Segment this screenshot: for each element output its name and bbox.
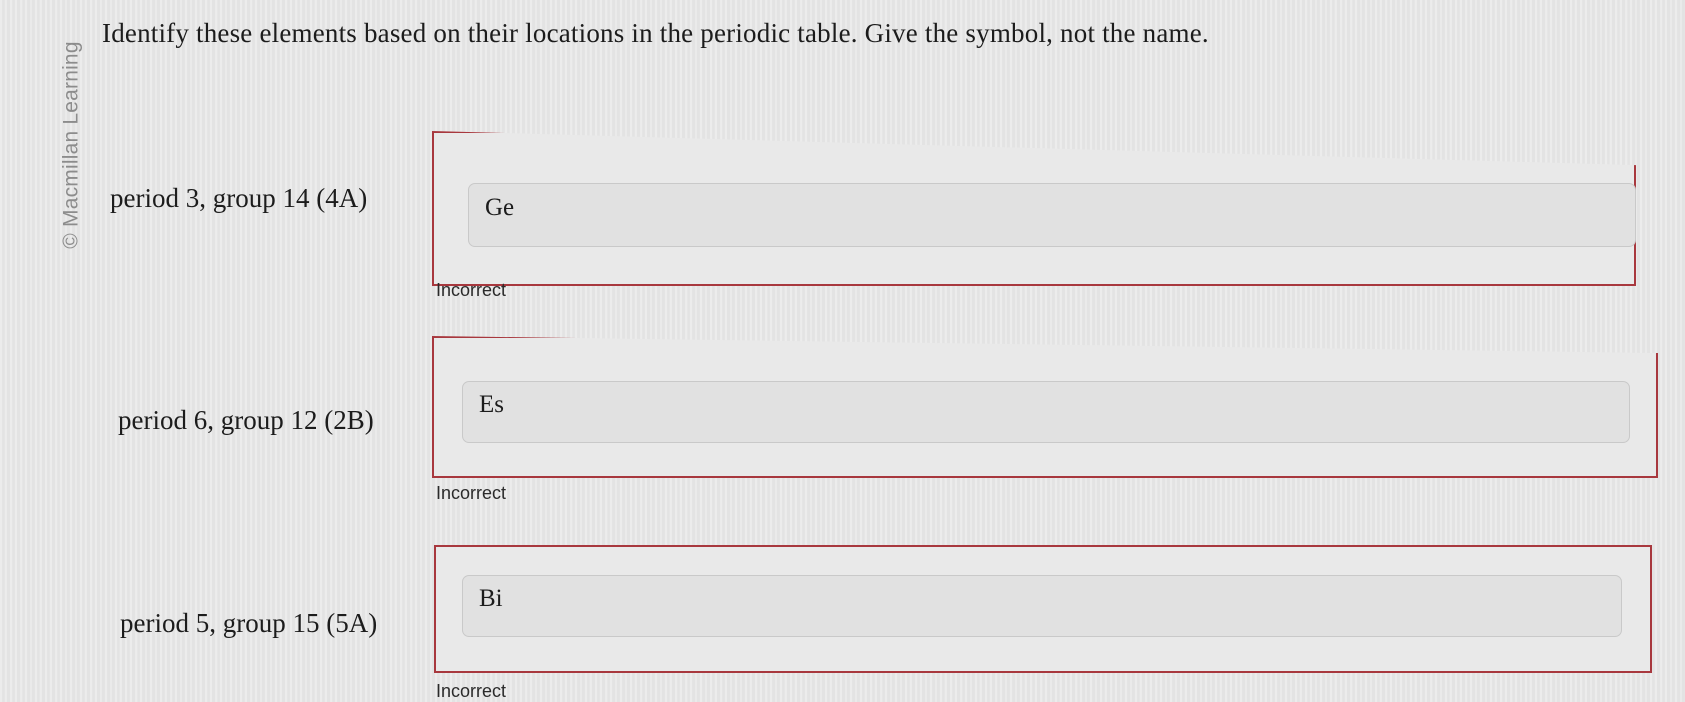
watermark-text: © Macmillan Learning xyxy=(60,41,83,249)
copyright-watermark: © Macmillan Learning xyxy=(56,20,88,270)
answer-input[interactable]: Bi xyxy=(462,575,1622,637)
question-label: period 3, group 14 (4A) xyxy=(110,183,368,213)
answer-input[interactable]: Ge xyxy=(468,183,1636,247)
feedback-incorrect: Incorrect xyxy=(436,280,507,300)
feedback-incorrect: Incorrect xyxy=(436,483,507,503)
question-label: period 5, group 15 (5A) xyxy=(120,608,378,638)
answer-input[interactable]: Es xyxy=(462,381,1630,443)
instructions-text: Identify these elements based on their l… xyxy=(102,18,1209,48)
question-label: period 6, group 12 (2B) xyxy=(118,405,374,435)
